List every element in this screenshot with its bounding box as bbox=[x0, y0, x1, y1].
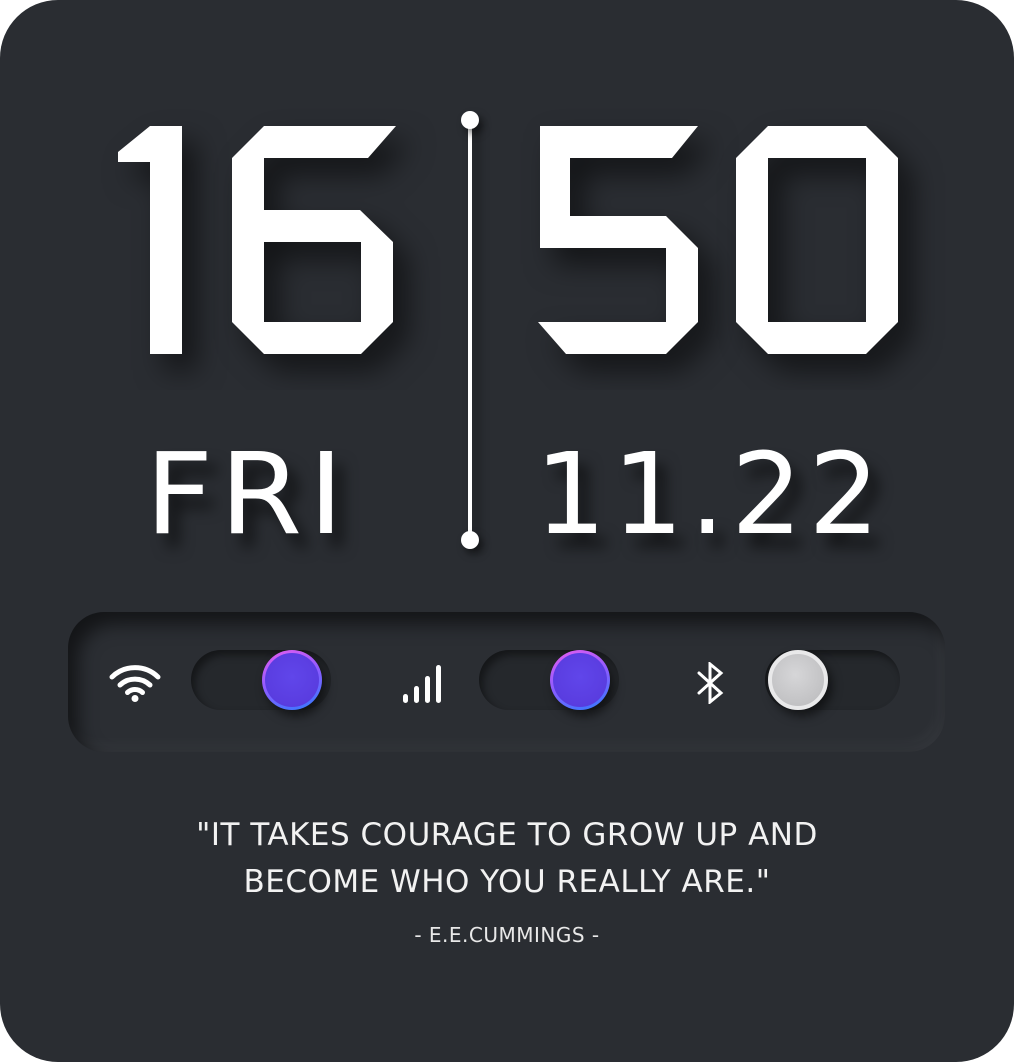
time-display: 16 50 bbox=[0, 70, 1014, 390]
time-digits-graphic bbox=[118, 126, 898, 354]
divider-bottom-dot bbox=[461, 531, 479, 549]
divider-top-dot bbox=[461, 111, 479, 129]
date-label: 11.22 bbox=[535, 430, 886, 560]
bluetooth-toggle-knob[interactable] bbox=[768, 650, 828, 710]
minute-digit-5 bbox=[538, 126, 698, 354]
clock-divider-line bbox=[468, 120, 472, 540]
minute-digit-0 bbox=[736, 126, 898, 354]
bluetooth-icon bbox=[693, 662, 729, 704]
wifi-icon bbox=[109, 663, 161, 703]
wifi-toggle-knob[interactable] bbox=[262, 650, 322, 710]
hour-digit-6 bbox=[232, 126, 396, 354]
signal-toggle-knob[interactable] bbox=[550, 650, 610, 710]
weekday-label: FRI bbox=[145, 430, 350, 560]
quote-author: - E.E.CUMMINGS - bbox=[414, 923, 600, 947]
quote-line-2: BECOME WHO YOU REALLY ARE." bbox=[243, 864, 771, 900]
signal-bars-icon bbox=[402, 664, 444, 704]
clock-widget-card: 16 50 FRI 11.22 bbox=[0, 0, 1014, 1062]
hour-digit-1-shape bbox=[118, 126, 182, 354]
quote-text: "IT TAKES COURAGE TO GROW UP AND BECOME … bbox=[107, 812, 907, 906]
quote-line-1: "IT TAKES COURAGE TO GROW UP AND bbox=[196, 817, 818, 853]
